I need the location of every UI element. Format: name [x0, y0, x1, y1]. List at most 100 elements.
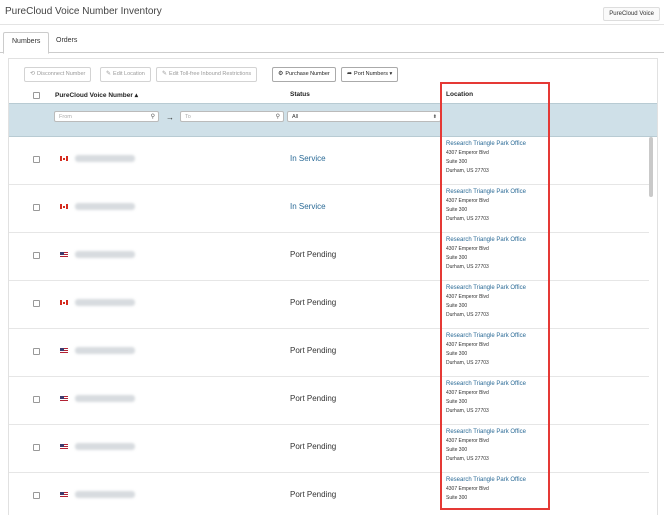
port-label: Port Numbers — [354, 71, 388, 77]
location-cell: Research Triangle Park Office 4307 Emper… — [446, 283, 566, 320]
sort-ascending-icon: ▴ — [134, 92, 138, 99]
table-row[interactable]: Port Pending Research Triangle Park Offi… — [9, 328, 649, 377]
disconnect-number-button[interactable]: ⟲ Disconnect Number — [24, 67, 92, 82]
location-line3: Durham, US 27703 — [446, 264, 489, 270]
location-link[interactable]: Research Triangle Park Office — [446, 379, 566, 389]
row-checkbox[interactable] — [33, 396, 40, 403]
status-text: In Service — [290, 154, 326, 163]
location-link[interactable]: Research Triangle Park Office — [446, 475, 566, 485]
location-line3: Durham, US 27703 — [446, 456, 489, 462]
row-checkbox[interactable] — [33, 156, 40, 163]
edit-tollfree-button[interactable]: ✎ Edit Toll-free Inbound Restrictions — [156, 67, 258, 82]
table-row[interactable]: In Service Research Triangle Park Office… — [9, 184, 649, 233]
app-menu-button[interactable]: PureCloud Voice — [603, 7, 660, 21]
from-placeholder: From — [59, 114, 72, 120]
edit-icon: ✎ — [106, 71, 112, 77]
row-checkbox[interactable] — [33, 444, 40, 451]
table-row[interactable]: Port Pending Research Triangle Park Offi… — [9, 232, 649, 281]
location-link[interactable]: Research Triangle Park Office — [446, 235, 566, 245]
filter-row: From ⚲ → To ⚲ All ⬍ — [9, 103, 657, 137]
redacted-number — [75, 203, 135, 210]
location-cell: Research Triangle Park Office 4307 Emper… — [446, 379, 566, 416]
status-filter-select[interactable]: All ⬍ — [287, 111, 441, 122]
column-location[interactable]: Location — [446, 91, 473, 98]
status-text: Port Pending — [290, 442, 337, 451]
row-checkbox[interactable] — [33, 204, 40, 211]
edit-location-button[interactable]: ✎ Edit Location — [100, 67, 151, 82]
location-line1: 4307 Emperor Blvd — [446, 246, 489, 252]
select-all-checkbox[interactable] — [33, 92, 40, 99]
location-link[interactable]: Research Triangle Park Office — [446, 187, 566, 197]
to-number-input[interactable]: To ⚲ — [180, 111, 284, 122]
us-flag-icon — [60, 396, 68, 401]
location-line3: Durham, US 27703 — [446, 216, 489, 222]
edit-tollfree-label: Edit Toll-free Inbound Restrictions — [169, 71, 252, 77]
edit-icon: ✎ — [162, 71, 168, 77]
arrow-right-icon: → — [166, 113, 174, 122]
table-row[interactable]: Port Pending Research Triangle Park Offi… — [9, 280, 649, 329]
location-line2: Suite 300 — [446, 447, 468, 453]
column-number[interactable]: PureCloud Voice Number ▴ — [55, 91, 138, 99]
us-flag-icon — [60, 492, 68, 497]
column-status[interactable]: Status — [290, 91, 310, 98]
location-line1: 4307 Emperor Blvd — [446, 390, 489, 396]
app-header: PureCloud Voice Number Inventory PureClo… — [0, 0, 664, 25]
app-title: PureCloud Voice Number Inventory — [5, 6, 162, 17]
location-line2: Suite 300 — [446, 495, 468, 501]
location-cell: Research Triangle Park Office 4307 Emper… — [446, 235, 566, 272]
location-link[interactable]: Research Triangle Park Office — [446, 283, 566, 293]
location-line3: Durham, US 27703 — [446, 360, 489, 366]
tab-orders[interactable]: Orders — [48, 32, 85, 52]
redacted-number — [75, 491, 135, 498]
location-cell: Research Triangle Park Office 4307 Emper… — [446, 427, 566, 464]
status-text: Port Pending — [290, 250, 337, 259]
redacted-number — [75, 443, 135, 450]
purchase-number-button[interactable]: ⚙ Purchase Number — [272, 67, 336, 82]
table-row[interactable]: Port Pending Research Triangle Park Offi… — [9, 424, 649, 473]
table-row[interactable]: Port Pending Research Triangle Park Offi… — [9, 472, 649, 520]
table-row[interactable]: Port Pending Research Triangle Park Offi… — [9, 376, 649, 425]
canada-flag-icon — [60, 156, 68, 161]
location-line1: 4307 Emperor Blvd — [446, 150, 489, 156]
location-line2: Suite 300 — [446, 303, 468, 309]
status-text: In Service — [290, 202, 326, 211]
status-text: Port Pending — [290, 490, 337, 499]
toolbar: ⟲ Disconnect Number ✎ Edit Location ✎ Edit … — [9, 59, 657, 87]
table-row[interactable]: In Service Research Triangle Park Office… — [9, 136, 649, 185]
row-checkbox[interactable] — [33, 348, 40, 355]
location-line2: Suite 300 — [446, 159, 468, 165]
row-checkbox[interactable] — [33, 492, 40, 499]
row-checkbox[interactable] — [33, 300, 40, 307]
search-icon: ⚲ — [275, 114, 280, 120]
redacted-number — [75, 395, 135, 402]
location-line1: 4307 Emperor Blvd — [446, 438, 489, 444]
canada-flag-icon — [60, 300, 68, 305]
location-line1: 4307 Emperor Blvd — [446, 198, 489, 204]
location-line3: Durham, US 27703 — [446, 408, 489, 414]
location-line1: 4307 Emperor Blvd — [446, 486, 489, 492]
location-link[interactable]: Research Triangle Park Office — [446, 331, 566, 341]
from-number-input[interactable]: From ⚲ — [54, 111, 159, 122]
canada-flag-icon — [60, 204, 68, 209]
location-line3: Durham, US 27703 — [446, 312, 489, 318]
location-line2: Suite 300 — [446, 207, 468, 213]
location-line2: Suite 300 — [446, 255, 468, 261]
vertical-scrollbar[interactable] — [649, 137, 653, 197]
location-line2: Suite 300 — [446, 351, 468, 357]
redacted-number — [75, 299, 135, 306]
row-checkbox[interactable] — [33, 252, 40, 259]
tab-numbers[interactable]: Numbers — [3, 32, 50, 54]
search-icon: ⚲ — [150, 114, 155, 120]
location-link[interactable]: Research Triangle Park Office — [446, 427, 566, 437]
status-text: Port Pending — [290, 298, 337, 307]
edit-location-label: Edit Location — [113, 71, 145, 77]
port-numbers-button[interactable]: ➦ Port Numbers ▾ — [341, 67, 399, 82]
column-number-label: PureCloud Voice Number — [55, 92, 133, 99]
purchase-label: Purchase Number — [285, 71, 330, 77]
status-text: Port Pending — [290, 394, 337, 403]
us-flag-icon — [60, 444, 68, 449]
location-line1: 4307 Emperor Blvd — [446, 294, 489, 300]
location-link[interactable]: Research Triangle Park Office — [446, 139, 566, 149]
caret-down-icon: ▾ — [389, 71, 393, 77]
numbers-panel: ⟲ Disconnect Number ✎ Edit Location ✎ Edit … — [8, 58, 658, 515]
